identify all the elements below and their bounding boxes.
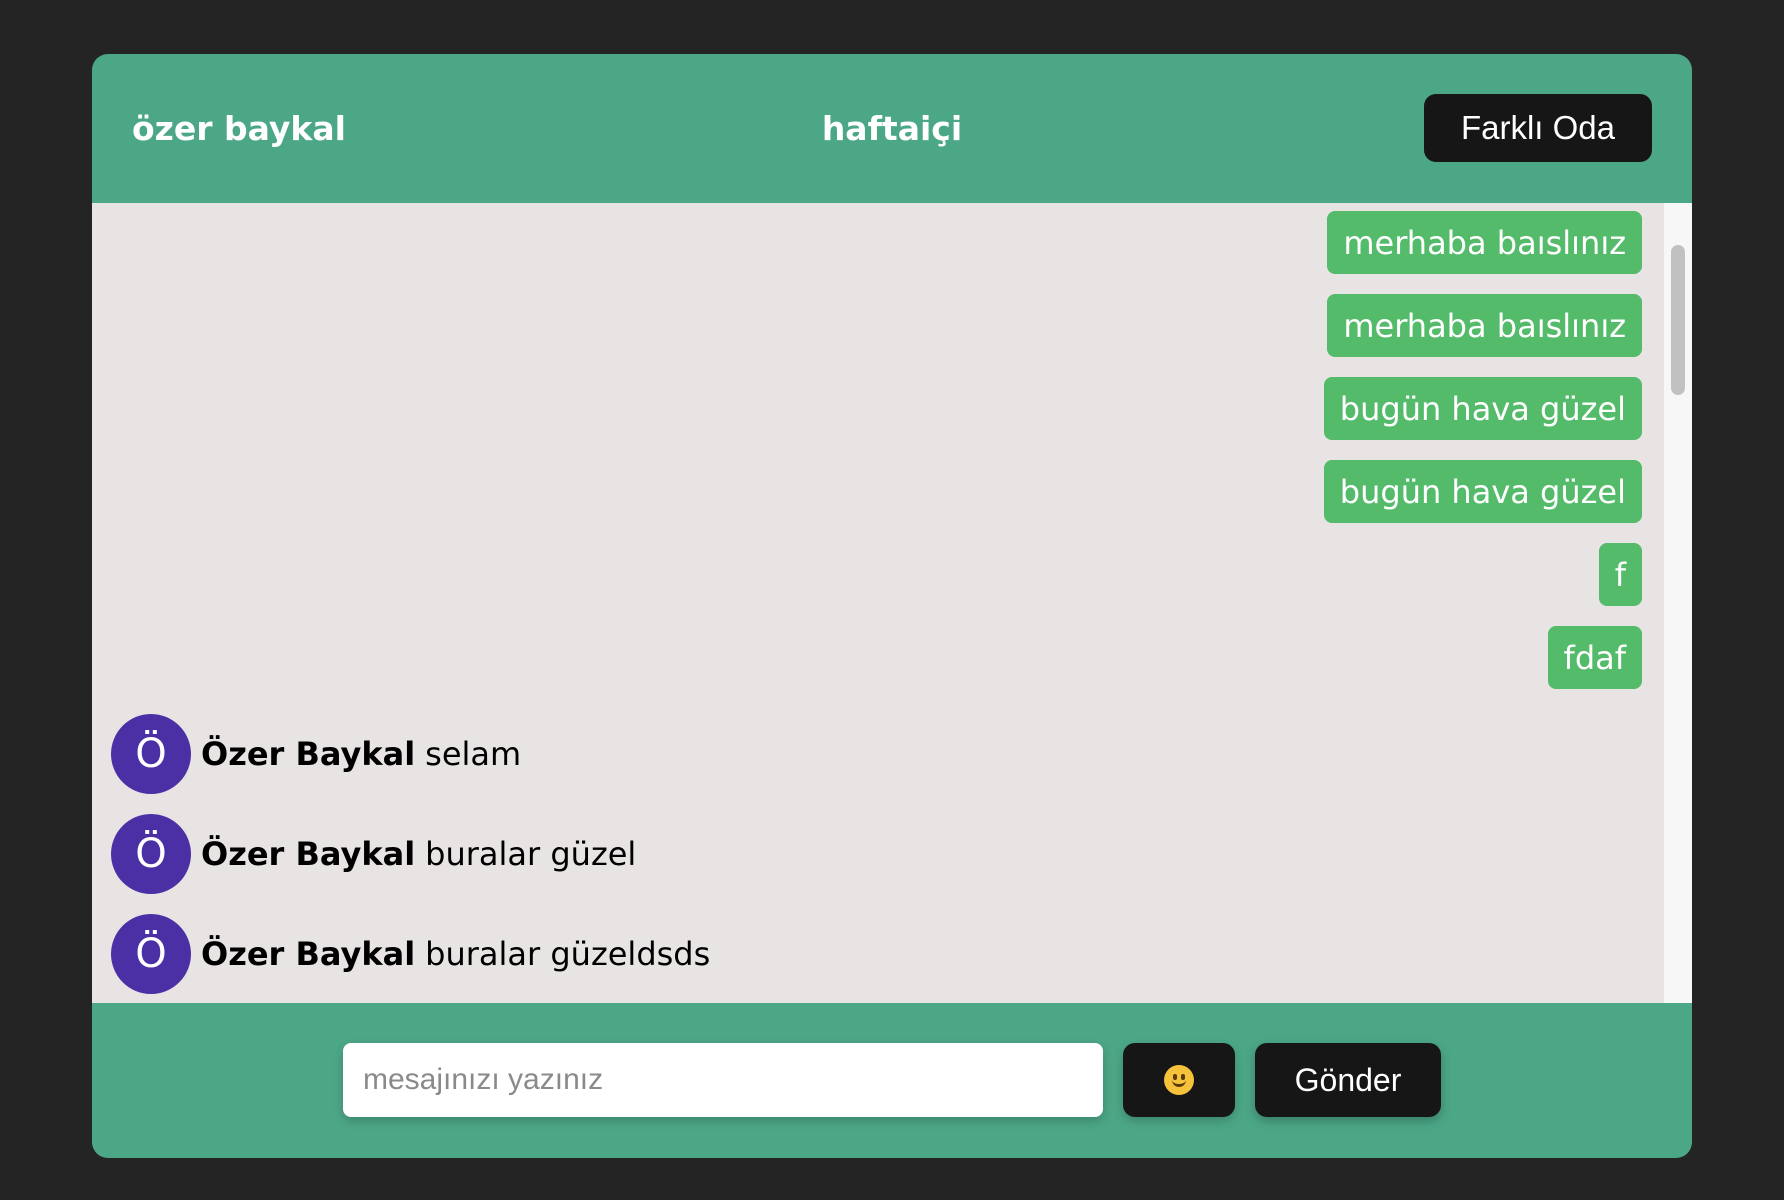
message-text: buralar güzel <box>425 835 637 873</box>
other-message-row: Ö Özer Baykal buralar güzel <box>111 814 710 894</box>
scrollbar-thumb[interactable] <box>1671 245 1685 395</box>
own-message-bubble: merhaba baıslınız <box>1327 294 1642 357</box>
chat-header: özer baykal haftaiçi Farklı Oda <box>92 54 1692 203</box>
own-message-bubble: fdaf <box>1547 626 1642 689</box>
chat-app: özer baykal haftaiçi Farklı Oda merhaba … <box>92 54 1692 1158</box>
sender-name: Özer Baykal <box>201 735 416 773</box>
switch-room-button[interactable]: Farklı Oda <box>1424 94 1652 162</box>
own-message-bubble: bugün hava güzel <box>1323 460 1642 523</box>
message-input[interactable] <box>343 1043 1103 1117</box>
own-messages: merhaba baıslınız merhaba baıslınız bugü… <box>1323 211 1642 689</box>
avatar: Ö <box>111 814 191 894</box>
own-message-bubble: f <box>1598 543 1642 606</box>
send-button[interactable]: Gönder <box>1255 1043 1441 1117</box>
composer-bar: Gönder <box>92 1003 1692 1158</box>
other-messages: Ö Özer Baykal selam Ö Özer Baykal burala… <box>111 714 710 994</box>
sender-name: Özer Baykal <box>201 835 416 873</box>
own-message-bubble: bugün hava güzel <box>1323 377 1642 440</box>
emoji-button[interactable] <box>1123 1043 1235 1117</box>
avatar: Ö <box>111 714 191 794</box>
message-text: buralar güzeldsds <box>425 935 711 973</box>
own-message-bubble: merhaba baıslınız <box>1327 211 1642 274</box>
other-message-row: Ö Özer Baykal buralar güzeldsds <box>111 914 710 994</box>
message-scrollbar[interactable] <box>1664 203 1692 1003</box>
other-message-row: Ö Özer Baykal selam <box>111 714 710 794</box>
sender-name: Özer Baykal <box>201 935 416 973</box>
message-list[interactable]: merhaba baıslınız merhaba baıslınız bugü… <box>92 203 1692 1003</box>
avatar: Ö <box>111 914 191 994</box>
message-text: selam <box>425 735 522 773</box>
smile-emoji-icon <box>1164 1065 1194 1095</box>
